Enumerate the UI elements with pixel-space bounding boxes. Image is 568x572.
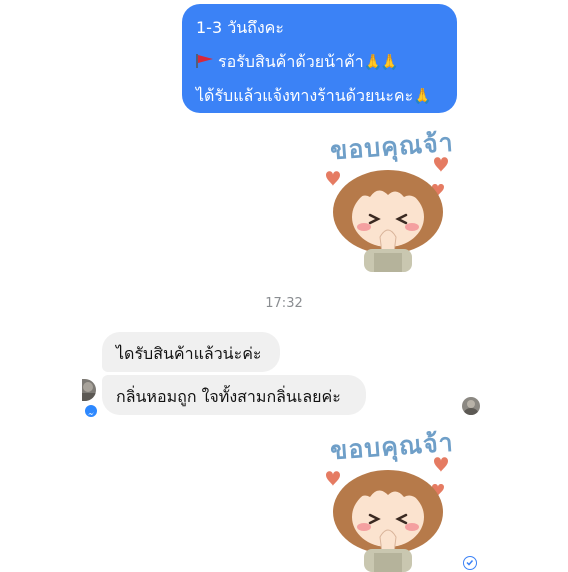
outgoing-line-2-text: รอรับสินค้าด้วยน้าค้า: [218, 52, 364, 71]
girl-sticker-icon: [326, 157, 448, 272]
sender-avatar[interactable]: [82, 379, 96, 401]
outgoing-message-bubble[interactable]: 1-3 วันถึงคะ รอรับสินค้าด้วยน้าค้า🙏🙏 ได้…: [182, 4, 457, 113]
message-timestamp: 17:32: [265, 296, 303, 311]
read-receipt-avatar: [462, 397, 480, 415]
messenger-icon: [84, 404, 98, 418]
outgoing-line-1: 1-3 วันถึงคะ: [196, 18, 284, 37]
folded-hands-icon: 🙏🙏: [363, 53, 399, 71]
incoming-message-bubble[interactable]: กลิ่นหอมถูก ใจทั้งสามกลิ่นเลยค่ะ: [102, 375, 366, 415]
outgoing-line-2: รอรับสินค้าด้วยน้าค้า🙏🙏: [196, 50, 399, 75]
outgoing-line-3: ได้รับแล้วแจ้งทางร้านด้วยนะคะ🙏: [196, 84, 432, 109]
red-triangle-flag-icon: [196, 54, 213, 68]
thank-you-sticker[interactable]: ขอบคุณจ้า: [318, 427, 458, 572]
incoming-message-bubble[interactable]: ไดรับสินค้าแล้วน่ะค่ะ: [102, 332, 280, 372]
thank-you-sticker[interactable]: ขอบคุณจ้า: [318, 127, 458, 272]
outgoing-line-3-text: ได้รับแล้วแจ้งทางร้านด้วยนะคะ: [196, 86, 414, 105]
folded-hands-icon: 🙏: [413, 87, 432, 105]
girl-sticker-icon: [326, 457, 448, 572]
